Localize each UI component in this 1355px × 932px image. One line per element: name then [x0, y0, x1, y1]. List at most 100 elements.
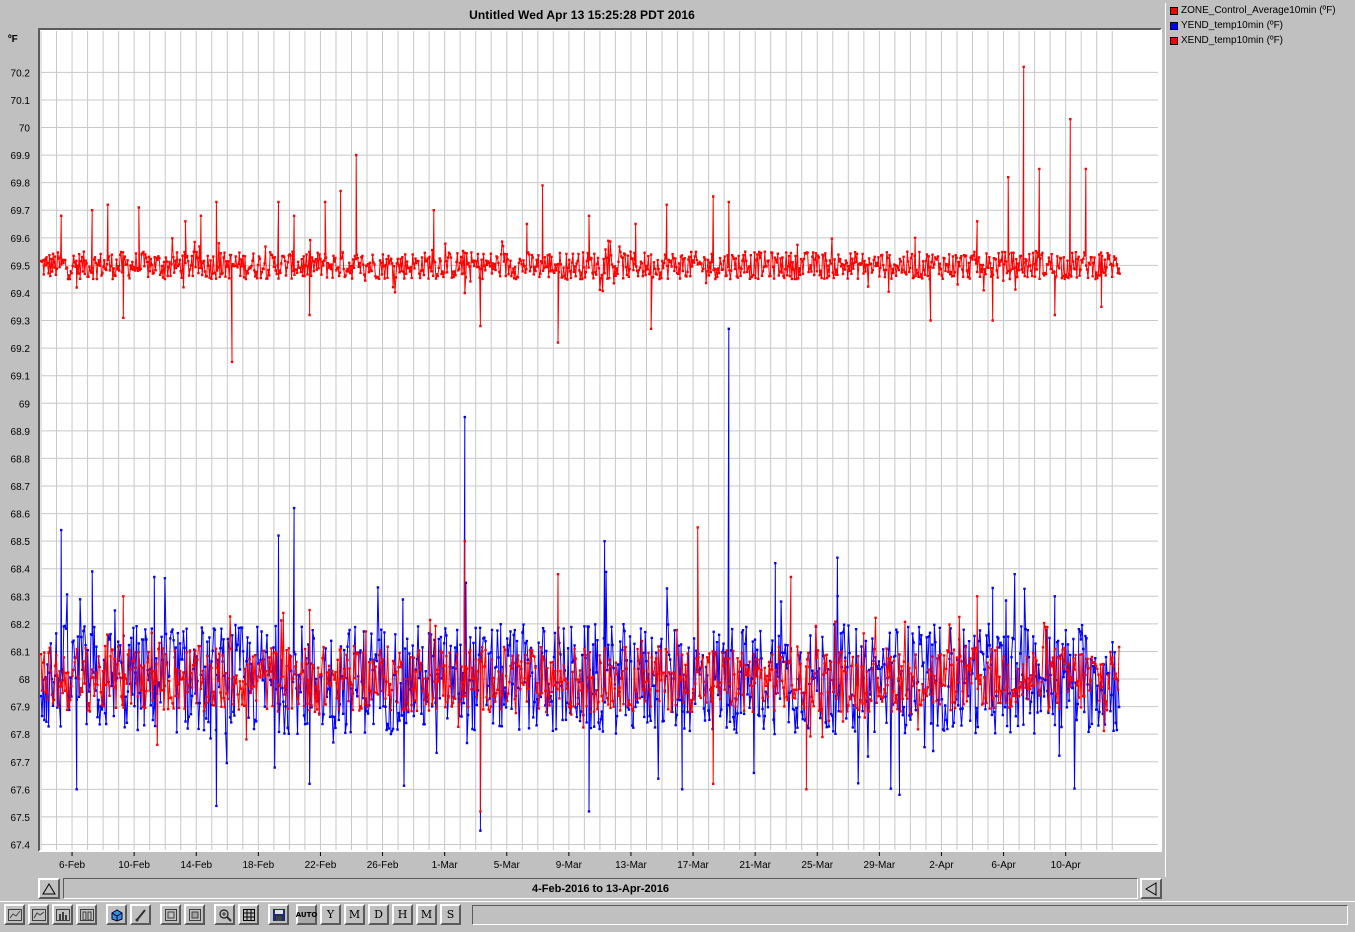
zoom-box-button[interactable]	[184, 904, 205, 925]
series-markers	[39, 65, 1121, 364]
legend-list: ZONE_Control_Average10min (ºF) YEND_temp1…	[1166, 3, 1352, 48]
y-tick-label: 68.9	[11, 427, 31, 438]
x-tick-label: 25-Mar	[801, 860, 833, 871]
bar-chart-icon	[55, 908, 70, 921]
chart-panel: Untitled Wed Apr 13 15:25:28 PDT 2016 ºF…	[0, 0, 1164, 878]
minute-button[interactable]: M	[416, 904, 437, 925]
y-tick-label: 67.9	[11, 703, 31, 714]
legend-item[interactable]: ZONE_Control_Average10min (ºF)	[1166, 3, 1352, 18]
bar-chart-button[interactable]	[52, 904, 73, 925]
toolbar-button-label: D	[374, 908, 383, 921]
toolbar-button-label: M	[420, 908, 433, 921]
x-tick-label: 17-Mar	[677, 860, 709, 871]
second-button[interactable]: S	[440, 904, 461, 925]
grid-button[interactable]	[238, 904, 259, 925]
legend-panel: ZONE_Control_Average10min (ºF) YEND_temp1…	[1165, 3, 1352, 877]
line-chart-button[interactable]	[4, 904, 25, 925]
x-tick-label: 21-Mar	[739, 860, 771, 871]
y-tick-label: 68.3	[11, 592, 31, 603]
zoom-fit-button[interactable]	[160, 904, 181, 925]
legend-label: XEND_temp10min (ºF)	[1181, 35, 1284, 46]
magnify-button[interactable]	[214, 904, 235, 925]
y-tick-label: 69.4	[11, 289, 31, 300]
y-tick-label: 68	[19, 675, 31, 686]
save-button[interactable]	[268, 904, 289, 925]
toolbar-button-label: H	[397, 908, 408, 921]
y-tick-label: 67.6	[11, 785, 31, 796]
y-tick-label: 69	[19, 399, 31, 410]
legend-swatch	[1170, 36, 1178, 45]
x-tick-label: 13-Mar	[615, 860, 647, 871]
y-tick-label: 69.8	[11, 179, 31, 190]
legend-label: YEND_temp10min (ºF)	[1181, 20, 1284, 31]
toolbar: AUTO Y M D H M S	[0, 901, 1355, 932]
3d-icon	[110, 908, 124, 922]
x-tick-label: 6-Feb	[59, 860, 86, 871]
toolbar-button-label: S	[446, 908, 455, 921]
column-chart-button[interactable]	[76, 904, 97, 925]
triangle-left-icon	[1145, 881, 1157, 896]
legend-item[interactable]: XEND_temp10min (ºF)	[1166, 33, 1352, 48]
y-tick-label: 69.7	[11, 206, 31, 217]
legend-swatch	[1170, 6, 1178, 15]
scroll-left-button[interactable]	[1140, 878, 1162, 899]
day-button[interactable]: D	[368, 904, 389, 925]
hour-button[interactable]: H	[392, 904, 413, 925]
x-tick-label: 1-Mar	[432, 860, 459, 871]
month-button[interactable]: M	[344, 904, 365, 925]
x-tick-label: 22-Feb	[305, 860, 337, 871]
status-field	[472, 905, 1348, 925]
x-tick-label: 14-Feb	[180, 860, 212, 871]
y-tick-label: 67.5	[11, 813, 31, 824]
y-tick-label: 68.5	[11, 537, 31, 548]
y-tick-label: 69.9	[11, 151, 31, 162]
brush-icon	[134, 908, 148, 922]
y-tick-label: 67.7	[11, 758, 31, 769]
brush-button[interactable]	[130, 904, 151, 925]
y-tick-label: 70.1	[11, 96, 31, 107]
x-tick-label: 10-Apr	[1051, 860, 1082, 871]
range-row: 4-Feb-2016 to 13-Apr-2016	[0, 878, 1164, 900]
zoom-box-icon	[188, 908, 202, 922]
series-line	[40, 66, 1121, 362]
toolbar-button-label: AUTO	[295, 910, 318, 919]
y-tick-label: 68.1	[11, 647, 31, 658]
auto-button[interactable]: AUTO	[296, 904, 317, 925]
year-button[interactable]: Y	[320, 904, 341, 925]
zoom-fit-icon	[164, 908, 178, 922]
x-tick-label: 6-Apr	[991, 860, 1016, 871]
area-chart-button[interactable]	[28, 904, 49, 925]
y-tick-label: 68.8	[11, 454, 31, 465]
legend-swatch	[1170, 21, 1178, 30]
y-tick-label: 68.7	[11, 482, 31, 493]
y-tick-label: 69.5	[11, 261, 31, 272]
legend-item[interactable]: YEND_temp10min (ºF)	[1166, 18, 1352, 33]
legend-label: ZONE_Control_Average10min (ºF)	[1181, 5, 1336, 16]
y-tick-label: 69.2	[11, 344, 31, 355]
chart-svg: 67.4 67.5 67.6 67.7 67.8 67.9 68 68.1 68.2 68.3 68…	[11, 31, 1158, 871]
x-tick-label: 18-Feb	[243, 860, 275, 871]
x-tick-label: 29-Mar	[864, 860, 896, 871]
magnify-icon	[218, 908, 232, 922]
save-icon	[272, 908, 286, 922]
y-tick-label: 69.6	[11, 234, 31, 245]
y-tick-label: 68.4	[11, 565, 31, 576]
x-tick-label: 5-Mar	[494, 860, 521, 871]
column-chart-icon	[79, 908, 94, 921]
y-tick-label: 68.2	[11, 620, 31, 631]
3d-button[interactable]	[106, 904, 127, 925]
toolbar-button-label: M	[348, 908, 361, 921]
y-tick-label: 68.6	[11, 510, 31, 521]
x-tick-label: 10-Feb	[118, 860, 150, 871]
x-tick-label: 26-Feb	[367, 860, 399, 871]
y-tick-label: 69.3	[11, 317, 31, 328]
x-tick-label: 9-Mar	[556, 860, 583, 871]
y-tick-label: 67.8	[11, 730, 31, 741]
y-tick-label: 67.4	[11, 840, 31, 851]
toolbar-button-label: Y	[326, 908, 335, 921]
area-chart-icon	[31, 908, 46, 921]
grid-icon	[242, 908, 256, 922]
triangle-up-icon	[42, 882, 56, 894]
y-tick-label: 69.1	[11, 372, 31, 383]
scroll-up-button[interactable]	[38, 878, 60, 899]
